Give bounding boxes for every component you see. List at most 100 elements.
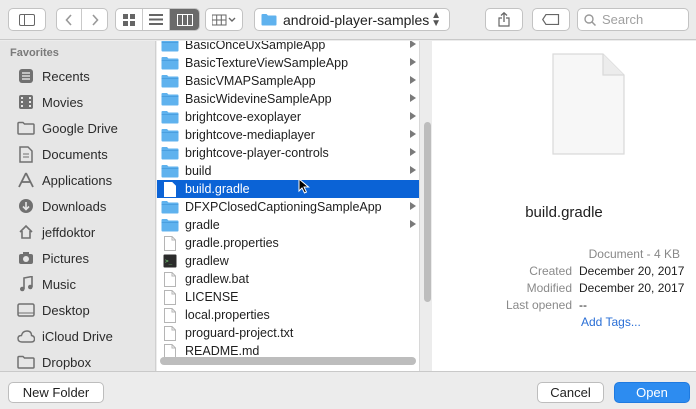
modified-value: December 20, 2017 xyxy=(579,281,685,295)
disclosure-arrow-icon xyxy=(410,76,416,84)
folder-row[interactable]: gradle xyxy=(157,216,419,234)
svg-text:>_: >_ xyxy=(165,258,173,265)
sidebar-item-pictures[interactable]: Pictures xyxy=(0,245,155,271)
folder-icon xyxy=(161,163,179,179)
sidebar-item-recents[interactable]: Recents xyxy=(0,63,155,89)
file-name: build.gradle xyxy=(185,182,250,196)
sidebar-item-jeffdoktor[interactable]: jeffdoktor xyxy=(0,219,155,245)
forward-button[interactable] xyxy=(82,9,107,30)
file-name: local.properties xyxy=(185,308,270,322)
mouse-cursor-icon xyxy=(298,178,310,194)
file-name: gradlew.bat xyxy=(185,272,249,286)
created-label: Created xyxy=(529,264,572,278)
sidebar-item-desktop[interactable]: Desktop xyxy=(0,297,155,323)
view-mode-segmented xyxy=(115,8,200,31)
folder-row[interactable]: brightcove-mediaplayer xyxy=(157,126,419,144)
bottom-bar: New Folder Cancel Open xyxy=(0,371,696,409)
sidebar-item-label: Documents xyxy=(42,146,108,162)
sidebar-item-dropbox[interactable]: Dropbox xyxy=(0,349,155,371)
document-icon xyxy=(161,235,179,251)
sidebar-item-label: Dropbox xyxy=(42,354,92,370)
sidebar-item-applications[interactable]: Applications xyxy=(0,167,155,193)
folder-row[interactable]: BasicOnceUxSampleApp xyxy=(157,41,419,54)
folder-row[interactable]: build xyxy=(157,162,419,180)
download-icon xyxy=(16,197,36,215)
file-row[interactable]: build.gradle xyxy=(157,180,419,198)
file-row[interactable]: gradlew.bat xyxy=(157,270,419,288)
sidebar-toggle-button[interactable] xyxy=(8,8,46,31)
preview-kind-size: Document - 4 KB xyxy=(588,247,680,261)
last-opened-label: Last opened xyxy=(505,298,572,312)
nav-buttons xyxy=(56,8,108,31)
sidebar-item-downloads[interactable]: Downloads xyxy=(0,193,155,219)
folder-icon xyxy=(161,145,179,161)
folder-row[interactable]: brightcove-exoplayer xyxy=(157,108,419,126)
camera-icon xyxy=(16,249,36,267)
document-icon xyxy=(16,145,36,163)
file-row[interactable]: gradle.properties xyxy=(157,234,419,252)
location-label: android-player-samples xyxy=(283,11,430,28)
file-name: DFXPClosedCaptioningSampleApp xyxy=(185,200,382,214)
file-row[interactable]: >_ gradlew xyxy=(157,252,419,270)
back-button[interactable] xyxy=(57,9,82,30)
folder-row[interactable]: BasicWidevineSampleApp xyxy=(157,90,419,108)
search-placeholder: Search xyxy=(602,12,644,27)
folder-row[interactable]: brightcove-player-controls xyxy=(157,144,419,162)
file-row[interactable]: proguard-project.txt xyxy=(157,324,419,342)
open-button[interactable]: Open xyxy=(614,382,690,403)
folder-row[interactable]: DFXPClosedCaptioningSampleApp xyxy=(157,198,419,216)
sidebar-section-title: Favorites xyxy=(10,47,59,59)
file-name: build xyxy=(185,164,212,178)
cancel-button[interactable]: Cancel xyxy=(537,382,604,403)
desktop-icon xyxy=(16,301,36,319)
column-view-button[interactable] xyxy=(170,9,199,30)
preview-pane: build.gradle Document - 4 KB Created Dec… xyxy=(432,41,696,371)
search-field[interactable]: Search xyxy=(577,8,689,31)
disclosure-arrow-icon xyxy=(410,130,416,138)
sidebar-item-documents[interactable]: Documents xyxy=(0,141,155,167)
disclosure-arrow-icon xyxy=(410,94,416,102)
sidebar: Favorites Recents Movies Google Drive Do… xyxy=(0,41,156,371)
created-value: December 20, 2017 xyxy=(579,264,685,278)
home-icon xyxy=(16,223,36,241)
modified-label: Modified xyxy=(526,281,572,295)
file-name: BasicTextureViewSampleApp xyxy=(185,56,349,70)
add-tags-link[interactable]: Add Tags... xyxy=(581,315,641,329)
folder-icon xyxy=(261,14,277,26)
document-icon xyxy=(161,289,179,305)
sidebar-item-label: iCloud Drive xyxy=(42,328,113,344)
clock-icon xyxy=(16,67,36,85)
cloud-icon xyxy=(16,327,36,345)
icon-view-button[interactable] xyxy=(116,9,143,30)
folder-row[interactable]: BasicVMAPSampleApp xyxy=(157,72,419,90)
document-icon xyxy=(161,271,179,287)
disclosure-arrow-icon xyxy=(410,220,416,228)
disclosure-arrow-icon xyxy=(410,41,416,48)
share-icon xyxy=(498,12,510,27)
document-icon xyxy=(161,307,179,323)
file-row[interactable]: local.properties xyxy=(157,306,419,324)
file-name: brightcove-exoplayer xyxy=(185,110,302,124)
music-icon xyxy=(16,275,36,293)
file-row[interactable]: LICENSE xyxy=(157,288,419,306)
disclosure-arrow-icon xyxy=(410,148,416,156)
vertical-scrollbar[interactable] xyxy=(424,122,431,302)
sidebar-item-label: jeffdoktor xyxy=(42,224,96,240)
location-popup[interactable]: android-player-samples ▲ ▼ xyxy=(254,8,450,31)
folder-row[interactable]: BasicTextureViewSampleApp xyxy=(157,54,419,72)
new-folder-button[interactable]: New Folder xyxy=(8,382,104,403)
share-button[interactable] xyxy=(485,8,523,31)
sidebar-item-music[interactable]: Music xyxy=(0,271,155,297)
sidebar-item-label: Recents xyxy=(42,68,90,84)
sidebar-item-label: Google Drive xyxy=(42,120,118,136)
sidebar-item-icloud-drive[interactable]: iCloud Drive xyxy=(0,323,155,349)
horizontal-scrollbar[interactable] xyxy=(160,357,416,365)
sidebar-item-google-drive[interactable]: Google Drive xyxy=(0,115,155,141)
document-icon xyxy=(161,181,179,197)
sidebar-item-movies[interactable]: Movies xyxy=(0,89,155,115)
preview-file-name: build.gradle xyxy=(525,204,603,221)
document-preview-icon xyxy=(552,53,625,155)
list-view-button[interactable] xyxy=(143,9,170,30)
tag-button[interactable] xyxy=(532,8,570,31)
arrange-menu-button[interactable] xyxy=(205,8,243,31)
